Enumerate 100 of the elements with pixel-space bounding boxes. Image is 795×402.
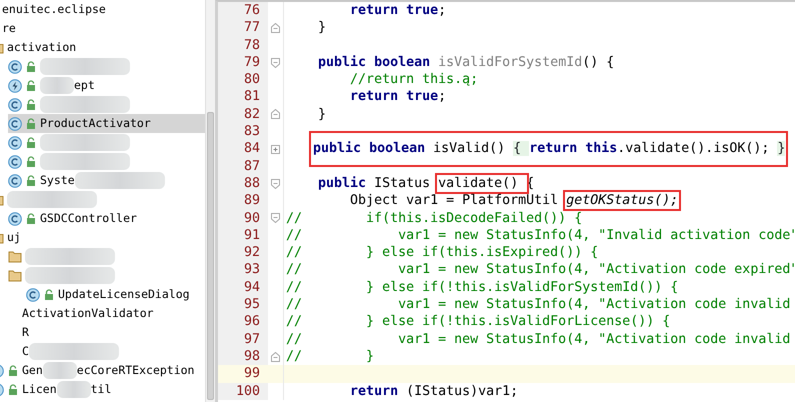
line-number: 97 (218, 330, 268, 348)
item-label: ActivationValidator (22, 304, 154, 322)
tree-item[interactable]: R (0, 323, 205, 342)
item-label: GSDCController (40, 210, 137, 227)
code-token: // var1 = new StatusInfo(4, "Activation code invalid (286, 297, 790, 312)
code-token: isValid() (432, 141, 506, 156)
lock-icon (26, 80, 36, 92)
folder-icon (8, 250, 22, 263)
tree-item[interactable]: ProductActivator (8, 114, 205, 133)
code-token: IStatus (373, 176, 432, 191)
code-token: } (318, 20, 326, 36)
item-label: re (2, 20, 16, 37)
line-number: 80 (218, 71, 268, 88)
lock-icon (44, 288, 54, 300)
item-label: ecCoreRTException (76, 362, 194, 379)
line-number: 90 (218, 210, 268, 227)
code-token: return true (350, 89, 438, 104)
item-label: uj (7, 228, 21, 246)
code-token: public (318, 176, 366, 191)
code-token: // if(this.isDecodeFailed()) { (286, 210, 582, 226)
lock-icon (26, 156, 36, 168)
fold-icon[interactable] (271, 178, 280, 189)
lock-icon (26, 212, 36, 224)
code-token: // var1 = new StatusInfo(4, "Invalid activation code" (286, 228, 795, 243)
class-icon (8, 116, 22, 130)
tree-item[interactable]: C (0, 342, 205, 361)
code-token: } (777, 141, 786, 156)
folder-icon (8, 269, 22, 282)
code-token: public boolean (313, 141, 426, 156)
line-number: 84 (218, 140, 268, 158)
item-label: UpdateLicenseDialog (58, 286, 190, 303)
lock-icon (26, 136, 36, 148)
line-number: 76 (218, 2, 268, 20)
highlighted-code: validate() (438, 176, 526, 191)
code-token: return (350, 384, 398, 399)
line-number: 82 (218, 106, 268, 124)
item-label: Syste (40, 172, 75, 189)
lock-icon (26, 118, 36, 130)
line-number: 83 (218, 123, 268, 140)
tree-item[interactable]: activation (0, 38, 205, 57)
fold-icon[interactable] (271, 352, 280, 362)
tree-item[interactable]: GSDCController (8, 209, 205, 228)
line-number: 89 (218, 192, 268, 210)
lock-icon (8, 384, 18, 396)
item-label: til (90, 380, 112, 398)
item-label: R (22, 324, 29, 341)
tree-item[interactable]: Syste (8, 171, 205, 190)
line-number: 96 (218, 313, 268, 331)
code-token: isValidForSystemId (437, 54, 582, 70)
scrollbar[interactable] (205, 0, 215, 402)
line-number: 94 (218, 278, 268, 296)
code-token: return true (350, 3, 438, 18)
line-number: 81 (218, 88, 268, 106)
line-number: 93 (218, 261, 268, 279)
lock-icon (26, 98, 36, 110)
tree-item[interactable]: Gen ecCoreRTException (0, 361, 205, 380)
code-token: ; (438, 3, 446, 18)
tree-item[interactable]: re (0, 19, 205, 38)
item-label: activation (7, 38, 76, 56)
expand-icon[interactable] (271, 144, 280, 154)
fold-icon[interactable] (271, 109, 280, 120)
lock-icon (26, 60, 36, 72)
class-icon (8, 174, 22, 188)
fold-icon[interactable] (271, 58, 280, 68)
code-token: (IStatus)var1; (405, 384, 518, 399)
class-icon (8, 60, 22, 74)
line-number: 88 (218, 174, 268, 192)
scrollbar-thumb[interactable] (207, 112, 214, 400)
lock-icon (8, 364, 18, 376)
tree-item[interactable]: UpdateLicenseDialog (26, 285, 205, 304)
item-label: ept (74, 76, 95, 94)
code-token: return this (529, 141, 618, 156)
line-number: 92 (218, 244, 268, 262)
code-token: // } else if(!this.isValidForLicense()) { (286, 314, 670, 330)
tree-item[interactable]: uj (0, 228, 205, 247)
code-token: // var1 = new StatusInfo(4, "Activation code expired" (286, 262, 795, 278)
code-token: .validate().isOK(); (617, 141, 770, 156)
fold-icon[interactable] (271, 22, 280, 33)
tree-item[interactable]: ept (8, 76, 205, 95)
code-token: { (513, 141, 530, 156)
class-icon (8, 154, 22, 168)
tree-item[interactable]: ActivationValidator (0, 304, 205, 323)
code-token: // } (286, 348, 374, 364)
tree-item[interactable]: Licen til (0, 380, 205, 399)
item-label: C (22, 342, 29, 360)
code-token: ; (438, 89, 446, 104)
item-label: enuitec.eclipse (2, 0, 106, 18)
line-number: 78 (218, 36, 268, 54)
highlighted-code: getOKStatus(); (566, 193, 678, 208)
class-icon (8, 136, 22, 150)
class-icon (26, 288, 40, 302)
line-number: 91 (218, 226, 268, 244)
line-number: 77 (218, 19, 268, 37)
item-label: Gen (22, 362, 43, 379)
class-icon (8, 98, 22, 112)
fold-icon[interactable] (271, 213, 280, 224)
class-icon (8, 212, 22, 226)
line-number: 79 (218, 54, 268, 72)
tree-item[interactable]: enuitec.eclipse (0, 0, 205, 19)
line-number: 95 (218, 296, 268, 314)
